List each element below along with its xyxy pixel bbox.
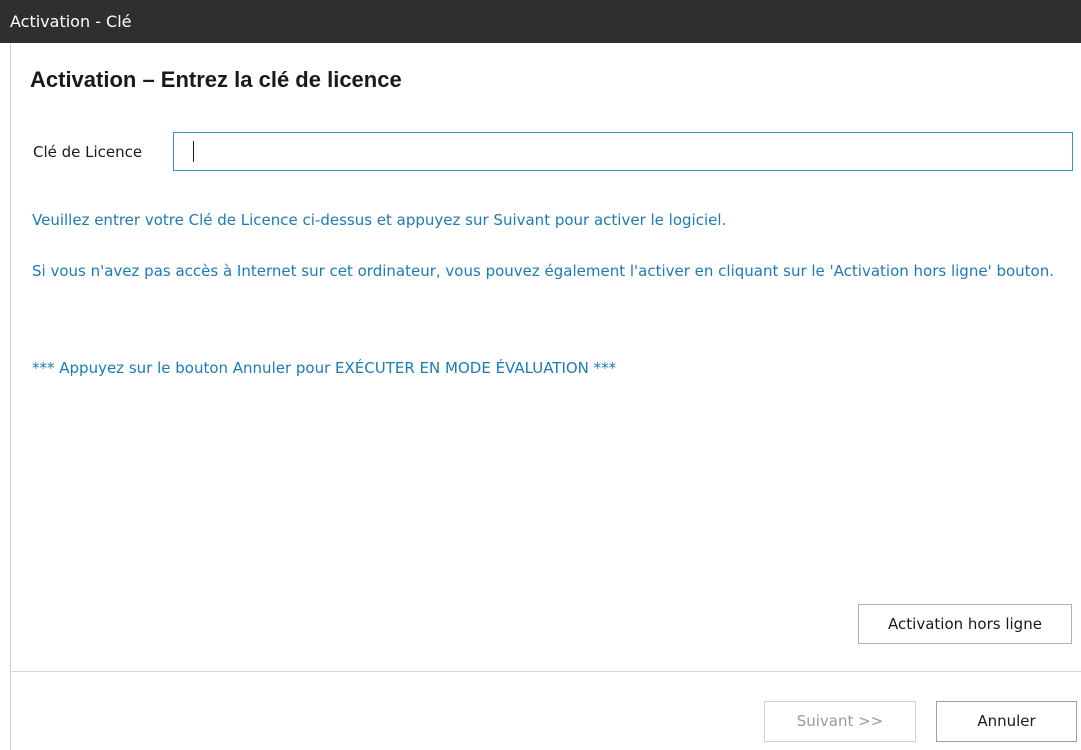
instructions-text: Veuillez entrer votre Clé de Licence ci-…	[32, 211, 727, 229]
offline-activation-button[interactable]: Activation hors ligne	[858, 604, 1072, 644]
page-title: Activation – Entrez la clé de licence	[30, 67, 402, 92]
license-key-input[interactable]	[173, 132, 1073, 171]
title-bar[interactable]: Activation - Clé	[0, 0, 1081, 43]
window-title: Activation - Clé	[10, 12, 132, 31]
next-button[interactable]: Suivant >>	[764, 701, 916, 742]
license-key-label: Clé de Licence	[33, 143, 143, 161]
activation-dialog: Activation - Clé Activation – Entrez la …	[0, 0, 1081, 750]
text-caret	[193, 141, 194, 162]
dialog-content: Activation – Entrez la clé de licence Cl…	[10, 43, 1081, 750]
cancel-button[interactable]: Annuler	[936, 701, 1077, 742]
footer-divider	[11, 671, 1081, 672]
evaluation-mode-text: *** Appuyez sur le bouton Annuler pour E…	[32, 359, 617, 377]
offline-hint-text: Si vous n'avez pas accès à Internet sur …	[32, 262, 1054, 280]
